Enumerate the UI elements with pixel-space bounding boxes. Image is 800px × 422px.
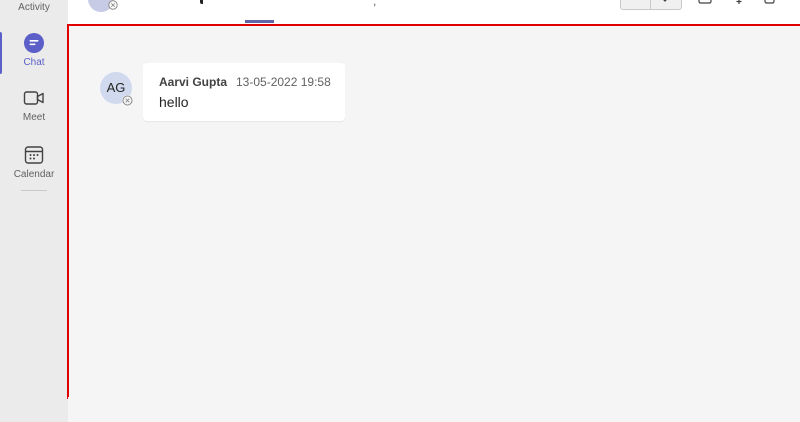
message-pane: AG Aarvi Gupta 13-05-2022 19:58 hello [67,24,800,399]
popout-icon[interactable] [762,0,778,6]
rail-item-label: Meet [22,112,46,123]
chat-title-fragment [200,0,213,4]
meet-now-split-button[interactable] [620,0,682,10]
rail-item-chat[interactable]: Chat [0,29,68,79]
message-bubble[interactable]: Aarvi Gupta 13-05-2022 19:58 hello [143,63,345,121]
status-offline-icon [108,0,118,10]
app-rail: Activity Chat Meet Calendar [0,0,68,422]
chat-icon [24,33,44,53]
rail-item-label: Chat [23,57,45,68]
rail-item-activity[interactable]: Activity [0,0,68,24]
message-text: hello [159,94,189,110]
message-author: Aarvi Gupta [159,75,228,89]
split-divider [650,0,651,9]
video-camera-icon [23,91,44,105]
rail-divider [21,190,47,191]
rail-item-label: Calendar [13,169,55,180]
rail-item-meet[interactable]: Meet [0,84,68,134]
screen-share-icon[interactable] [697,0,713,6]
calendar-icon [24,146,44,164]
rail-item-label: Activity [18,2,50,13]
header-text-fragment: , [373,0,377,8]
teams-window: Activity Chat Meet Calendar , AG Aarvi G… [0,0,800,422]
add-people-icon[interactable] [728,0,744,6]
tab-active-underline [245,20,274,23]
compose-area-region [68,397,800,422]
status-offline-icon [122,95,133,106]
message-timestamp: 13-05-2022 19:58 [236,75,331,89]
chevron-down-icon[interactable] [661,0,669,4]
rail-item-calendar[interactable]: Calendar [0,141,68,191]
chat-header: , [68,0,800,24]
